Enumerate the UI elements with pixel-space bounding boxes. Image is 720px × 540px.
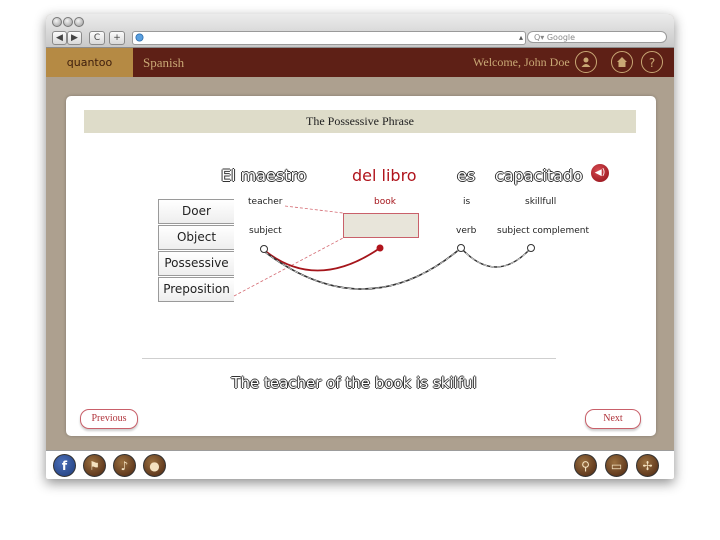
answer-drop-zone[interactable] — [343, 213, 419, 238]
divider — [142, 358, 556, 359]
help-icon: ? — [648, 56, 656, 70]
url-dropdown-icon[interactable]: ▴ — [519, 32, 523, 44]
forward-button[interactable]: ▶ — [67, 31, 82, 45]
gloss-is: is — [463, 197, 471, 207]
add-bookmark-button[interactable]: + — [109, 31, 125, 45]
bell-icon[interactable]: ♪ — [113, 454, 136, 477]
compass-icon[interactable]: ✢ — [636, 454, 659, 477]
verb-complement-arc-dash — [460, 247, 532, 268]
node-subject[interactable] — [260, 245, 268, 253]
close-window-icon[interactable] — [52, 17, 62, 27]
speaker-icon[interactable]: ◀) — [591, 164, 609, 182]
home-icon — [617, 57, 627, 67]
course-title: Spanish — [143, 55, 185, 70]
zoom-window-icon[interactable] — [74, 17, 84, 27]
word-capacitado[interactable]: capacitado — [495, 166, 583, 185]
browser-search-input[interactable]: Q▾ Google — [527, 31, 667, 43]
role-tab-doer[interactable]: Doer — [158, 199, 234, 224]
word-el-maestro[interactable]: El maestro — [221, 166, 307, 185]
node-possessive[interactable] — [376, 244, 384, 252]
search-icon[interactable]: ⚲ — [574, 454, 597, 477]
subject-verb-arc — [264, 247, 462, 290]
facebook-icon[interactable]: f — [53, 454, 76, 477]
gloss-teacher: teacher — [248, 197, 283, 207]
welcome-text: Welcome, John Doe — [473, 55, 570, 69]
chat-icon[interactable]: ● — [143, 454, 166, 477]
role-tab-preposition[interactable]: Preposition — [158, 277, 234, 302]
bottom-toolbar: f ⚑ ♪ ● ⚲ ▭ ✢ — [46, 450, 674, 479]
reload-button[interactable]: C — [89, 31, 105, 45]
app-header: quantoo Spanish Welcome, John Doe ? — [46, 48, 674, 77]
minimize-window-icon[interactable] — [63, 17, 73, 27]
flag-icon[interactable]: ⚑ — [83, 454, 106, 477]
node-verb[interactable] — [457, 244, 465, 252]
role-tab-object[interactable]: Object — [158, 225, 234, 250]
globe-icon — [135, 33, 144, 42]
help-button[interactable]: ? — [641, 51, 663, 73]
url-input[interactable]: ▴ — [132, 31, 526, 45]
role-label-subject-complement: subject complement — [497, 226, 589, 236]
book-icon[interactable]: ▭ — [605, 454, 628, 477]
translation-text: The teacher of the book is skilful — [231, 374, 477, 392]
home-button[interactable] — [611, 51, 633, 73]
user-icon — [581, 57, 591, 67]
role-tab-possessive[interactable]: Possessive — [158, 251, 234, 276]
gloss-book: book — [374, 197, 396, 207]
next-button[interactable]: Next — [585, 409, 641, 429]
node-complement[interactable] — [527, 244, 535, 252]
profile-button[interactable] — [575, 51, 597, 73]
previous-button[interactable]: Previous — [80, 409, 138, 429]
role-tabs: Doer Object Possessive Preposition — [158, 199, 234, 303]
app-logo[interactable]: quantoo — [46, 48, 133, 77]
word-es[interactable]: es — [457, 166, 475, 185]
connector-teacher-dashed — [284, 205, 344, 214]
subject-verb-arc-dash — [264, 247, 462, 290]
verb-complement-arc — [460, 247, 532, 268]
connector-preposition-dashed — [233, 237, 344, 297]
role-label-subject: subject — [249, 226, 282, 236]
lesson-panel: The Possessive Phrase El maestro del lib… — [66, 96, 656, 436]
browser-titlebar: ◀ ▶ C + ▴ Q▾ Google — [46, 14, 674, 48]
lesson-title: The Possessive Phrase — [84, 110, 636, 133]
word-del-libro[interactable]: del libro — [352, 166, 417, 185]
role-label-verb: verb — [456, 226, 477, 236]
browser-window: ◀ ▶ C + ▴ Q▾ Google quantoo Spanish Welc… — [46, 14, 674, 479]
gloss-skillfull: skillfull — [525, 197, 557, 207]
possessive-arc — [263, 247, 381, 272]
back-button[interactable]: ◀ — [52, 31, 67, 45]
